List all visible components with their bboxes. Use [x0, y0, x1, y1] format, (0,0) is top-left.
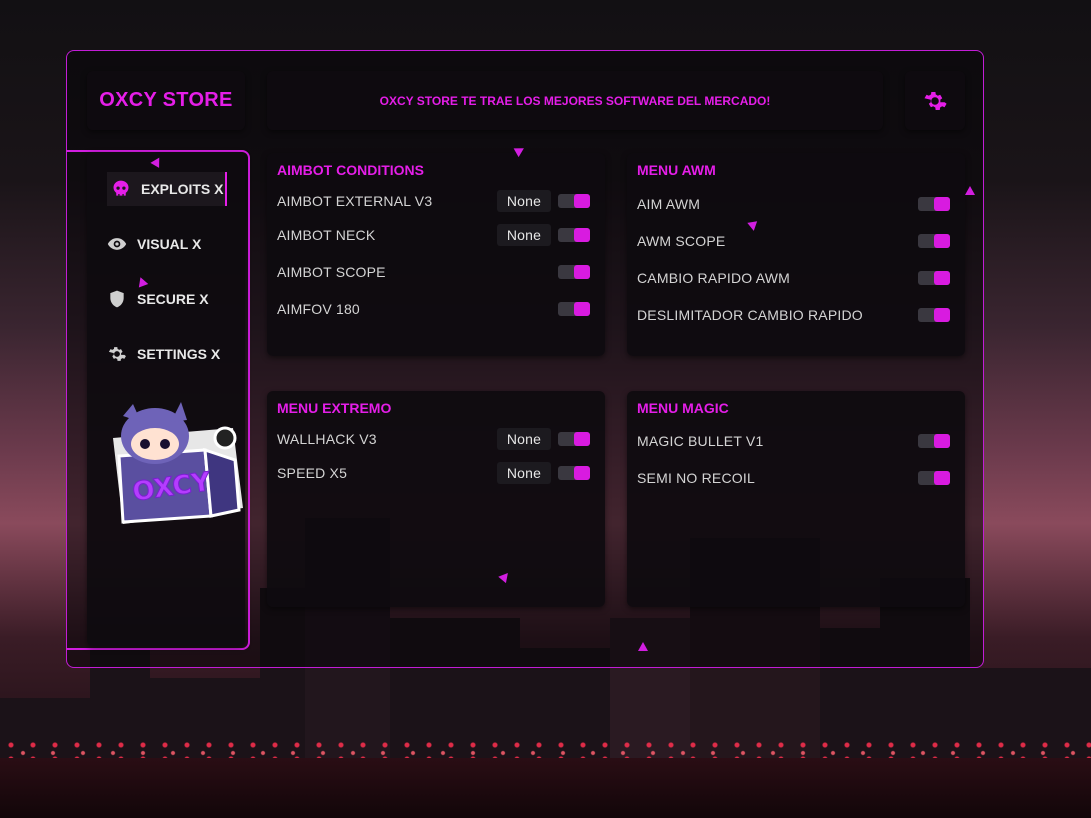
- mascot-logo: OXCY: [93, 398, 253, 530]
- option-toggle[interactable]: [558, 228, 590, 242]
- list-item: MAGIC BULLET V1: [637, 428, 957, 454]
- list-item: AIMBOT NECK None: [277, 222, 597, 248]
- eye-icon: [107, 234, 127, 254]
- sidebar-item-label: SECURE X: [137, 291, 209, 307]
- card-title: MENU AWM: [637, 162, 716, 178]
- sidebar-item-settings[interactable]: SETTINGS X: [107, 337, 220, 371]
- card-title: MENU MAGIC: [637, 400, 729, 416]
- sparkle-decoration: [747, 221, 759, 232]
- option-label: CAMBIO RAPIDO AWM: [637, 270, 791, 286]
- option-label: AWM SCOPE: [637, 233, 726, 249]
- option-select[interactable]: None: [497, 428, 551, 450]
- list-item: AIMBOT EXTERNAL V3 None: [277, 188, 597, 214]
- sidebar-item-label: VISUAL X: [137, 236, 202, 252]
- card-aimbot-conditions: AIMBOT CONDITIONS AIMBOT EXTERNAL V3 Non…: [267, 153, 605, 356]
- option-select[interactable]: None: [497, 190, 551, 212]
- list-item: SEMI NO RECOIL: [637, 465, 957, 491]
- option-toggle[interactable]: [918, 271, 950, 285]
- option-select[interactable]: None: [497, 462, 551, 484]
- option-select[interactable]: None: [497, 224, 551, 246]
- option-toggle[interactable]: [918, 234, 950, 248]
- card-menu-awm: MENU AWM AIM AWM AWM SCOPE CAMBIO RAPIDO…: [627, 153, 965, 356]
- option-toggle[interactable]: [918, 197, 950, 211]
- banner-text: OXCY STORE TE TRAE LOS MEJORES SOFTWARE …: [267, 71, 883, 130]
- list-item: AIM AWM: [637, 191, 957, 217]
- list-item: SPEED X5 None: [277, 460, 597, 486]
- sparkle-decoration: [965, 186, 975, 195]
- option-label: SEMI NO RECOIL: [637, 470, 755, 486]
- gear-icon: [107, 344, 127, 364]
- option-toggle[interactable]: [918, 308, 950, 322]
- list-item: DESLIMITADOR CAMBIO RAPIDO: [637, 302, 957, 328]
- option-toggle[interactable]: [918, 471, 950, 485]
- sidebar-item-secure[interactable]: SECURE X: [107, 282, 209, 316]
- option-toggle[interactable]: [918, 434, 950, 448]
- option-toggle[interactable]: [558, 466, 590, 480]
- card-menu-magic: MENU MAGIC MAGIC BULLET V1 SEMI NO RECOI…: [627, 391, 965, 607]
- list-item: CAMBIO RAPIDO AWM: [637, 265, 957, 291]
- option-label: DESLIMITADOR CAMBIO RAPIDO: [637, 307, 863, 323]
- option-label: AIMBOT SCOPE: [277, 264, 386, 280]
- brand-title: OXCY STORE: [87, 71, 245, 130]
- sidebar-item-label: SETTINGS X: [137, 346, 221, 362]
- list-item: AWM SCOPE: [637, 228, 957, 254]
- option-toggle[interactable]: [558, 194, 590, 208]
- sidebar-item-label: EXPLOITS X: [141, 181, 224, 197]
- list-item: WALLHACK V3 None: [277, 426, 597, 452]
- option-toggle[interactable]: [558, 432, 590, 446]
- skull-icon: [111, 179, 131, 199]
- option-toggle[interactable]: [558, 265, 590, 279]
- gear-icon: [924, 91, 947, 110]
- sidebar-item-visual[interactable]: VISUAL X: [107, 227, 201, 261]
- option-label: AIM AWM: [637, 196, 701, 212]
- card-title: AIMBOT CONDITIONS: [277, 162, 424, 178]
- card-title: MENU EXTREMO: [277, 400, 392, 416]
- list-item: AIMFOV 180: [277, 296, 597, 322]
- sidebar-item-exploits[interactable]: EXPLOITS X: [107, 172, 227, 206]
- sparkle-decoration: [638, 642, 648, 651]
- settings-button[interactable]: [905, 71, 965, 130]
- option-toggle[interactable]: [558, 302, 590, 316]
- list-item: AIMBOT SCOPE: [277, 259, 597, 285]
- option-label: AIMFOV 180: [277, 301, 360, 317]
- card-menu-extremo: MENU EXTREMO WALLHACK V3 None SPEED X5 N…: [267, 391, 605, 607]
- shield-icon: [107, 289, 127, 309]
- option-label: MAGIC BULLET V1: [637, 433, 764, 449]
